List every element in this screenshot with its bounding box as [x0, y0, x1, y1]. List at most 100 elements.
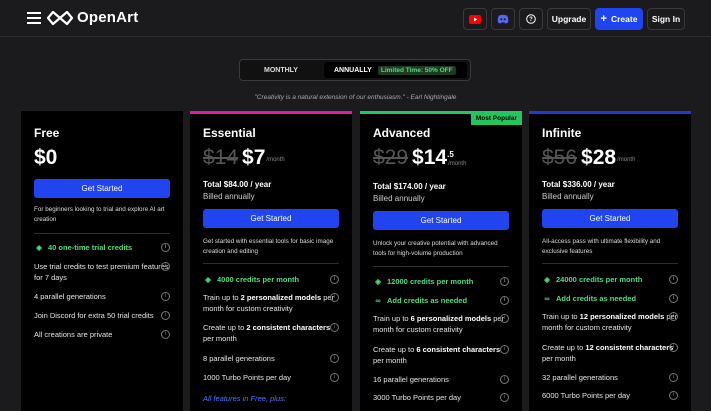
info-icon[interactable]: i: [500, 277, 509, 286]
info-icon[interactable]: i: [330, 373, 339, 382]
discord-button[interactable]: [491, 8, 515, 30]
plan-name: Advanced: [373, 126, 431, 140]
feature-item: 4 parallel generations i: [34, 291, 170, 302]
get-started-button[interactable]: Get Started: [203, 209, 339, 228]
plan-name: Free: [34, 126, 60, 140]
annually-label: ANNUALLY: [334, 66, 372, 74]
add-credits-feature: ∞ Add credits as needed i: [373, 295, 509, 306]
feature-text: Join Discord for extra 50 trial credits: [34, 311, 154, 320]
feature-text: 8 parallel generations: [203, 354, 275, 363]
feature-item: 6000 Turbo Points per day i: [542, 390, 678, 401]
info-icon[interactable]: i: [161, 243, 170, 252]
feature-text: All creations are private: [34, 330, 113, 339]
plan-price: $56 $28 /month: [542, 146, 635, 170]
annually-option[interactable]: ANNUALLY Limited Time: 50% OFF: [324, 62, 467, 78]
info-icon[interactable]: i: [500, 393, 509, 402]
feature-item: Train up to 12 personalized models per m…: [542, 312, 678, 332]
feature-highlight: 2 personalized models: [240, 293, 322, 302]
hamburger-menu-icon[interactable]: [27, 12, 41, 24]
billing-period-toggle: MONTHLY ANNUALLY Limited Time: 50% OFF: [239, 59, 471, 81]
info-icon[interactable]: i: [161, 262, 170, 271]
info-icon[interactable]: i: [500, 345, 509, 354]
plan-price: $0: [34, 146, 57, 170]
info-icon[interactable]: i: [161, 292, 170, 301]
plan-accent-line: [190, 111, 352, 114]
add-credits-feature: ∞ Add credits as needed i: [542, 293, 678, 304]
info-icon[interactable]: i: [500, 296, 509, 305]
sign-in-button[interactable]: Sign In: [647, 8, 685, 30]
info-icon[interactable]: i: [669, 312, 678, 321]
youtube-button[interactable]: [463, 8, 487, 30]
info-icon[interactable]: i: [330, 293, 339, 302]
plan-card-infinite: Infinite $56 $28 /month Total $336.00 / …: [529, 111, 691, 411]
feature-highlight: 2 consistent characters: [246, 323, 331, 332]
credits-feature: ◈ 24000 credits per month i: [542, 274, 678, 285]
info-icon[interactable]: i: [669, 275, 678, 284]
feature-item: Create up to 6 consistent characters per…: [373, 344, 509, 366]
feature-highlight: 12 consistent characters: [585, 343, 674, 352]
get-started-button[interactable]: Get Started: [542, 209, 678, 228]
monthly-option[interactable]: MONTHLY: [244, 63, 318, 77]
upgrade-button[interactable]: Upgrade: [547, 8, 591, 30]
get-started-button[interactable]: Get Started: [34, 179, 170, 198]
info-icon[interactable]: i: [330, 323, 339, 332]
info-icon[interactable]: i: [669, 373, 678, 382]
openart-logo-icon[interactable]: [46, 10, 74, 26]
info-icon[interactable]: i: [161, 330, 170, 339]
info-icon[interactable]: i: [330, 275, 339, 284]
feature-item: Use trial credits to test premium featur…: [34, 261, 170, 283]
feature-item: 32 parallel generations i: [542, 372, 678, 383]
plan-accent-line: [529, 111, 691, 114]
feature-text: 3000 Turbo Points per day: [373, 393, 461, 402]
price-period: /month: [617, 157, 636, 163]
create-button[interactable]: + Create: [595, 8, 643, 30]
info-icon[interactable]: i: [500, 375, 509, 384]
diamond-icon: ◈: [205, 275, 211, 284]
price-period: /month: [266, 157, 285, 163]
credits-text: 24000 credits per month: [556, 275, 643, 284]
price-cents: .5: [447, 150, 454, 159]
plan-description: All-access pass with ultimate flexibilit…: [542, 238, 661, 255]
most-popular-badge: Most Popular: [470, 111, 522, 125]
feature-item: All creations are private i: [34, 329, 170, 340]
info-icon[interactable]: i: [500, 314, 509, 323]
original-price: $56: [542, 146, 578, 169]
diamond-icon: ◈: [36, 243, 42, 252]
info-icon[interactable]: i: [669, 294, 678, 303]
feature-item: Create up to 12 consistent characters pe…: [542, 342, 678, 364]
billing-note: Billed annually: [373, 194, 425, 203]
get-started-button[interactable]: Get Started: [373, 211, 509, 230]
feature-item: 8 parallel generations i: [203, 353, 339, 364]
divider: [203, 263, 339, 264]
yearly-total: Total $84.00 / year: [203, 180, 272, 189]
plan-description: Get started with essential tools for bas…: [203, 238, 334, 255]
diamond-icon: ◈: [544, 275, 550, 284]
logo-text[interactable]: OpenArt: [77, 9, 138, 26]
feature-text: 32 parallel generations: [542, 373, 618, 382]
diamond-icon: ◈: [375, 277, 381, 286]
all-features-link[interactable]: All features in Free, plus:: [203, 394, 286, 403]
info-icon[interactable]: i: [669, 391, 678, 400]
svg-text:?: ?: [529, 17, 533, 23]
current-price: $14: [412, 146, 448, 169]
plus-icon: +: [600, 13, 607, 25]
add-credits-text: Add credits as needed: [387, 296, 468, 305]
add-credits-text: Add credits as needed: [556, 294, 637, 303]
current-price: $0: [34, 146, 58, 169]
feature-item: 3000 Turbo Points per day i: [373, 392, 509, 403]
feature-item: Join Discord for extra 50 trial credits …: [34, 310, 170, 321]
discord-icon: [497, 14, 509, 24]
help-button[interactable]: ?: [519, 8, 543, 30]
plan-card-free: Free $0 Get Started For beginners lookin…: [21, 111, 183, 411]
price-period: /month: [448, 161, 467, 167]
divider: [542, 263, 678, 264]
plan-name: Infinite: [542, 126, 582, 140]
promo-badge: Limited Time: 50% OFF: [377, 65, 456, 75]
infinity-icon: ∞: [544, 294, 550, 303]
info-icon[interactable]: i: [669, 343, 678, 352]
feature-item: Train up to 6 personalized models per mo…: [373, 313, 509, 335]
original-price: $29: [373, 146, 409, 169]
info-icon[interactable]: i: [330, 354, 339, 363]
top-navigation-bar: OpenArt ? Upgrade + Create Sign In: [0, 0, 711, 37]
info-icon[interactable]: i: [161, 311, 170, 320]
